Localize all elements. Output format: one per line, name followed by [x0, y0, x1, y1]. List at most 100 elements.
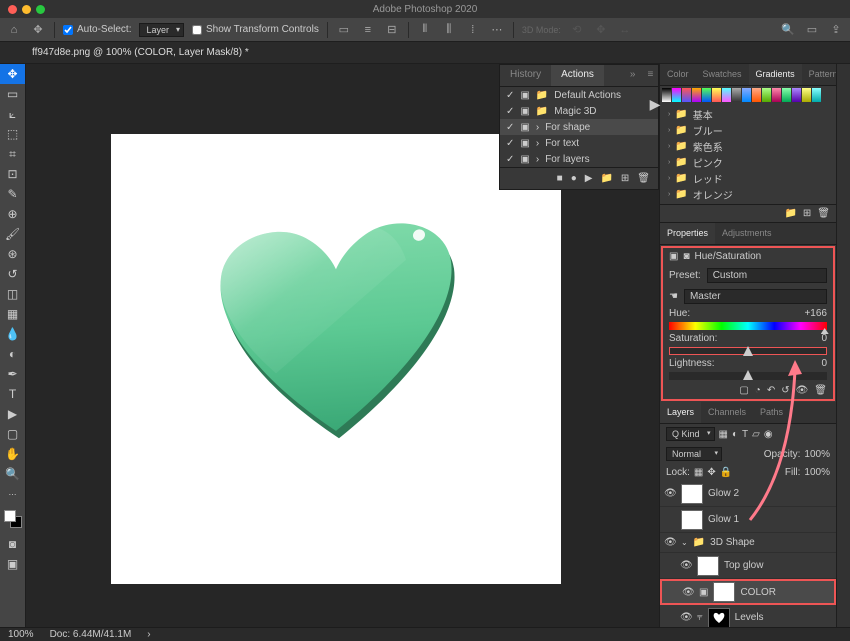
saturation-value[interactable]: 0: [821, 333, 827, 344]
visibility-icon[interactable]: 👁: [796, 385, 809, 396]
history-brush-tool[interactable]: ↺: [0, 264, 25, 284]
filter-type-icon[interactable]: T: [742, 429, 748, 440]
action-set[interactable]: ✓▣📁Magic 3D: [500, 103, 658, 119]
stop-icon[interactable]: ■: [557, 173, 563, 184]
path-select-tool[interactable]: ▶: [0, 404, 25, 424]
hue-slider[interactable]: [669, 322, 827, 330]
workspace-icon[interactable]: ▭: [804, 22, 820, 38]
align-icon[interactable]: ≡: [360, 22, 376, 38]
filter-smart-icon[interactable]: ◉: [764, 429, 773, 440]
play-tab-icon[interactable]: ▶: [648, 96, 662, 113]
show-transform-checkbox[interactable]: Show Transform Controls: [192, 24, 319, 35]
canvas[interactable]: [111, 134, 561, 584]
quick-mask-button[interactable]: ◙: [0, 534, 25, 554]
distribute-icon[interactable]: ⫼: [441, 22, 457, 38]
layer-row[interactable]: Glow 1: [660, 507, 836, 533]
object-select-tool[interactable]: ⬚: [0, 124, 25, 144]
action-item[interactable]: ✓▣›For text: [500, 135, 658, 151]
new-action-icon[interactable]: ⊞: [621, 173, 629, 184]
shape-tool[interactable]: ▢: [0, 424, 25, 444]
zoom-level[interactable]: 100%: [8, 629, 34, 640]
distribute-icon[interactable]: ⫴: [417, 22, 433, 38]
visibility-toggle[interactable]: 👁: [664, 488, 676, 499]
adjustments-tab[interactable]: Adjustments: [715, 223, 779, 244]
panel-dock[interactable]: [836, 64, 850, 627]
action-set[interactable]: ✓▣📁Default Actions: [500, 87, 658, 103]
blend-mode-select[interactable]: Normal: [666, 447, 722, 461]
home-icon[interactable]: ⌂: [6, 22, 22, 38]
brush-tool[interactable]: 🖌: [0, 224, 25, 244]
share-icon[interactable]: ⇪: [828, 22, 844, 38]
frame-tool[interactable]: ⊡: [0, 164, 25, 184]
lock-position-icon[interactable]: ✥: [707, 467, 715, 478]
panel-menu-icon[interactable]: ≡: [641, 65, 659, 86]
layer-row[interactable]: 👁▣COLOR: [660, 579, 836, 605]
auto-select-checkbox[interactable]: Auto-Select:: [63, 24, 131, 35]
gradient-folder[interactable]: ›📁オレンジ: [660, 186, 836, 202]
trash-icon[interactable]: 🗑: [814, 385, 827, 396]
opacity-value[interactable]: 100%: [804, 449, 830, 460]
record-icon[interactable]: ●: [571, 173, 577, 184]
play-icon[interactable]: ▶: [585, 173, 593, 184]
gradients-tab[interactable]: Gradients: [749, 64, 802, 85]
stamp-tool[interactable]: ⊛: [0, 244, 25, 264]
zoom-tool[interactable]: 🔍: [0, 464, 25, 484]
eyedropper-tool[interactable]: ✎: [0, 184, 25, 204]
layer-row[interactable]: 👁⫧Levels: [660, 605, 836, 627]
lock-all-icon[interactable]: 🔒: [720, 467, 732, 478]
screen-mode-button[interactable]: ▣: [0, 554, 25, 574]
more-options-icon[interactable]: ⋯: [489, 22, 505, 38]
gradient-tool[interactable]: ▦: [0, 304, 25, 324]
search-icon[interactable]: 🔍: [780, 22, 796, 38]
gradient-folder[interactable]: ›📁ブルー: [660, 122, 836, 138]
dodge-tool[interactable]: ◐: [0, 344, 25, 364]
colorize-icon[interactable]: ▢: [739, 385, 748, 396]
pen-tool[interactable]: ✒: [0, 364, 25, 384]
filter-kind-select[interactable]: Q Kind: [666, 427, 715, 441]
crop-tool[interactable]: ⌗: [0, 144, 25, 164]
layer-row[interactable]: 👁Top glow: [660, 553, 836, 579]
history-tab[interactable]: History: [500, 65, 551, 86]
document-tab[interactable]: ff947d8e.png @ 100% (COLOR, Layer Mask/8…: [22, 43, 259, 62]
blur-tool[interactable]: 💧: [0, 324, 25, 344]
maximize-window-button[interactable]: [36, 5, 45, 14]
finger-icon[interactable]: ☚: [669, 291, 678, 302]
channel-select[interactable]: Master: [684, 289, 827, 304]
new-set-icon[interactable]: 📁: [600, 173, 612, 184]
hue-value[interactable]: +166: [804, 308, 827, 319]
lock-pixels-icon[interactable]: ▦: [694, 467, 703, 478]
auto-select-target-select[interactable]: Layer: [139, 23, 184, 37]
color-swatches[interactable]: [4, 510, 22, 528]
align-icon[interactable]: ▭: [336, 22, 352, 38]
layers-tab[interactable]: Layers: [660, 402, 701, 423]
channels-tab[interactable]: Channels: [701, 402, 753, 423]
previous-state-icon[interactable]: ↶: [767, 385, 775, 396]
gradient-folder[interactable]: ›📁基本: [660, 106, 836, 122]
layer-row[interactable]: 👁Glow 2: [660, 481, 836, 507]
fill-value[interactable]: 100%: [804, 467, 830, 478]
edit-toolbar-button[interactable]: ⋯: [0, 484, 25, 504]
gradient-folder[interactable]: ›📁ピンク: [660, 154, 836, 170]
gradient-folder[interactable]: ›📁レッド: [660, 170, 836, 186]
type-tool[interactable]: T: [0, 384, 25, 404]
layer-group[interactable]: 👁⌄📁3D Shape: [660, 533, 836, 553]
distribute-icon[interactable]: ⁞: [465, 22, 481, 38]
lasso-tool[interactable]: ⟀: [0, 104, 25, 124]
filter-pixel-icon[interactable]: ▦: [719, 429, 728, 440]
canvas-area[interactable]: History Actions » ≡ ✓▣📁Default Actions ✓…: [26, 64, 659, 627]
filter-shape-icon[interactable]: ▱: [752, 429, 760, 440]
trash-icon[interactable]: 🗑: [817, 208, 830, 219]
color-tab[interactable]: Color: [660, 64, 696, 85]
gradient-folder[interactable]: ›📁紫色系: [660, 138, 836, 154]
action-item[interactable]: ✓▣›For layers: [500, 151, 658, 167]
close-window-button[interactable]: [8, 5, 17, 14]
marquee-tool[interactable]: ▭: [0, 84, 25, 104]
filter-adjust-icon[interactable]: ◐: [732, 429, 738, 440]
gradient-presets[interactable]: [660, 86, 836, 104]
new-group-icon[interactable]: 📁: [784, 208, 796, 219]
clip-icon[interactable]: ◔: [755, 385, 761, 396]
collapse-icon[interactable]: »: [624, 65, 642, 86]
hand-tool[interactable]: ✋: [0, 444, 25, 464]
move-tool[interactable]: ✥: [0, 64, 25, 84]
preset-select[interactable]: Custom: [707, 268, 827, 283]
